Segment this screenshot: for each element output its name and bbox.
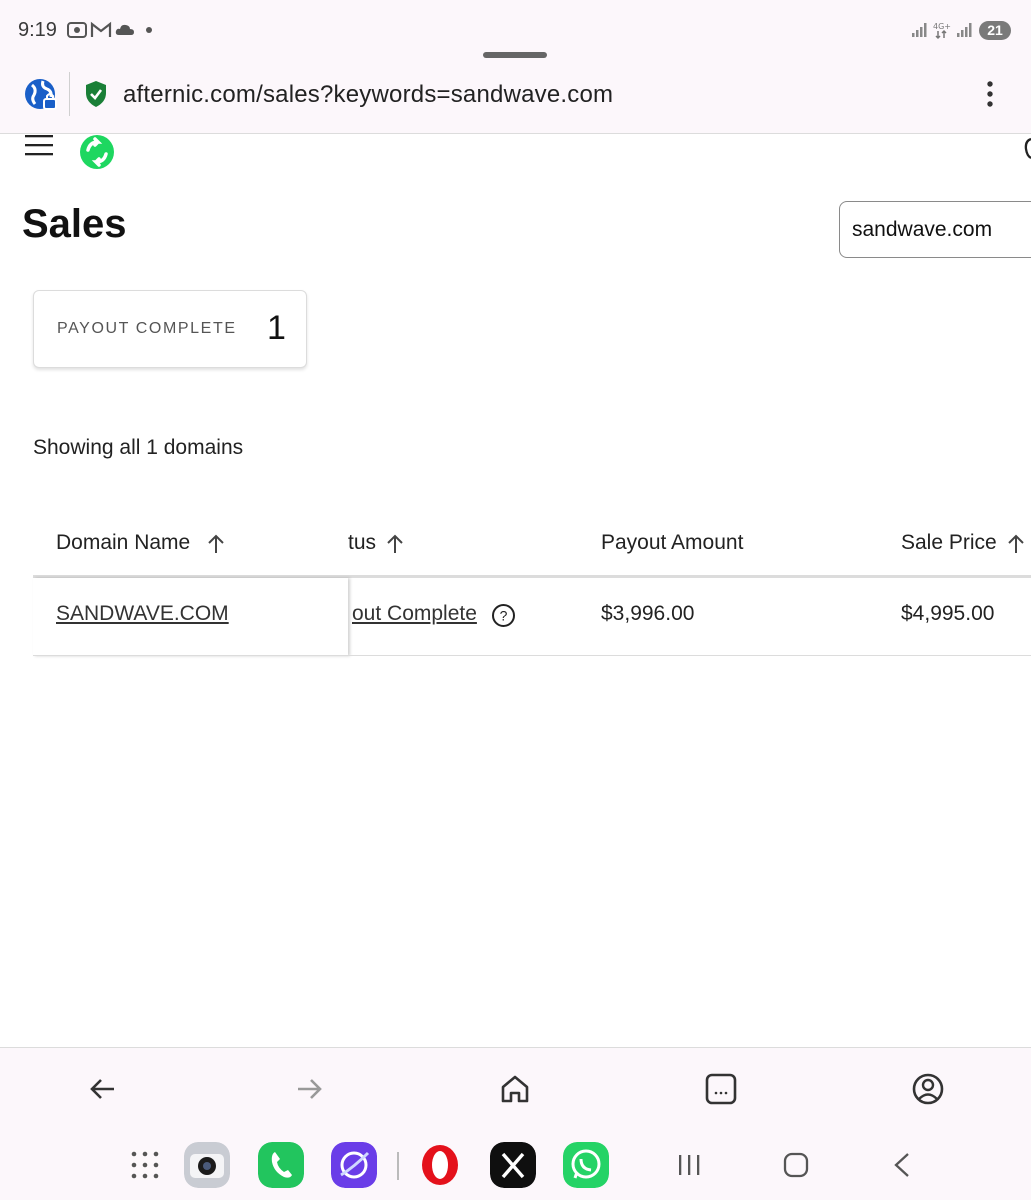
status-link[interactable]: out Complete [352, 602, 477, 625]
table-cell-payout: $3,996.00 [601, 602, 695, 625]
photo-icon [67, 22, 87, 38]
signal-icon [957, 23, 972, 37]
recents-icon[interactable] [676, 1152, 702, 1178]
back-arrow-icon[interactable] [86, 1072, 120, 1106]
battery-indicator: 21 [979, 21, 1011, 40]
help-question-icon[interactable]: ? [491, 603, 516, 628]
opera-app-icon[interactable] [417, 1142, 463, 1188]
table-row-divider [33, 655, 1031, 656]
svg-text:?: ? [500, 608, 508, 624]
sort-up-arrow-icon[interactable] [1006, 533, 1026, 555]
search-icon[interactable] [1024, 136, 1031, 162]
site-globe-lock-icon[interactable] [23, 77, 59, 113]
back-chevron-icon[interactable] [890, 1151, 914, 1179]
table-cell-status[interactable]: out Complete [352, 602, 477, 626]
camera-app-icon[interactable] [184, 1142, 230, 1188]
address-divider [69, 72, 70, 116]
page-title: Sales [22, 202, 127, 246]
phone-app-icon[interactable] [258, 1142, 304, 1188]
apps-grid-icon[interactable] [130, 1150, 160, 1180]
signal-icon [912, 23, 927, 37]
status-header-label: tus [348, 531, 377, 554]
summary-label: PAYOUT COMPLETE [57, 320, 237, 337]
payout-amount-header-label: Payout Amount [601, 531, 744, 554]
x-app-icon[interactable] [490, 1142, 536, 1188]
tabs-icon[interactable] [704, 1072, 738, 1106]
table-cell-price: $4,995.00 [901, 602, 995, 625]
domain-name-header-label: Domain Name [56, 531, 191, 554]
account-icon[interactable] [911, 1072, 945, 1106]
home-circle-icon[interactable] [782, 1151, 810, 1179]
domain-link[interactable]: SANDWAVE.COM [56, 602, 229, 625]
forward-arrow-icon[interactable] [292, 1072, 326, 1106]
dot-icon [146, 27, 152, 33]
hamburger-menu-icon[interactable] [24, 134, 54, 158]
url-field[interactable]: afternic.com/sales?keywords=sandwave.com [123, 81, 613, 109]
more-options-icon[interactable] [980, 80, 1000, 108]
status-time: 9:19 [18, 19, 57, 41]
summary-count: 1 [267, 309, 286, 347]
whatsapp-app-icon[interactable] [563, 1142, 609, 1188]
4g-icon: 4G+ [933, 22, 951, 40]
home-icon[interactable] [498, 1072, 532, 1106]
sale-price-header[interactable]: Sale Price [901, 531, 997, 555]
drag-handle[interactable] [483, 52, 547, 58]
secure-shield-icon[interactable] [84, 80, 108, 108]
sort-up-arrow-icon[interactable] [385, 533, 405, 555]
table-cell-domain[interactable]: SANDWAVE.COM [56, 602, 229, 626]
status-header[interactable]: tus [348, 531, 376, 555]
internet-app-icon[interactable] [331, 1142, 377, 1188]
afternic-logo-icon[interactable] [78, 134, 116, 170]
cloud-icon [115, 24, 134, 35]
sort-up-arrow-icon[interactable] [206, 533, 226, 555]
results-count-text: Showing all 1 domains [33, 436, 244, 459]
keyword-search-input[interactable] [839, 201, 1031, 258]
payout-amount-header[interactable]: Payout Amount [601, 531, 743, 555]
sale-price-header-label: Sale Price [901, 531, 997, 554]
svg-text:4G+: 4G+ [933, 22, 951, 31]
dock-divider [397, 1152, 399, 1180]
gmail-icon [90, 21, 112, 37]
domain-name-header[interactable]: Domain Name [56, 531, 190, 555]
